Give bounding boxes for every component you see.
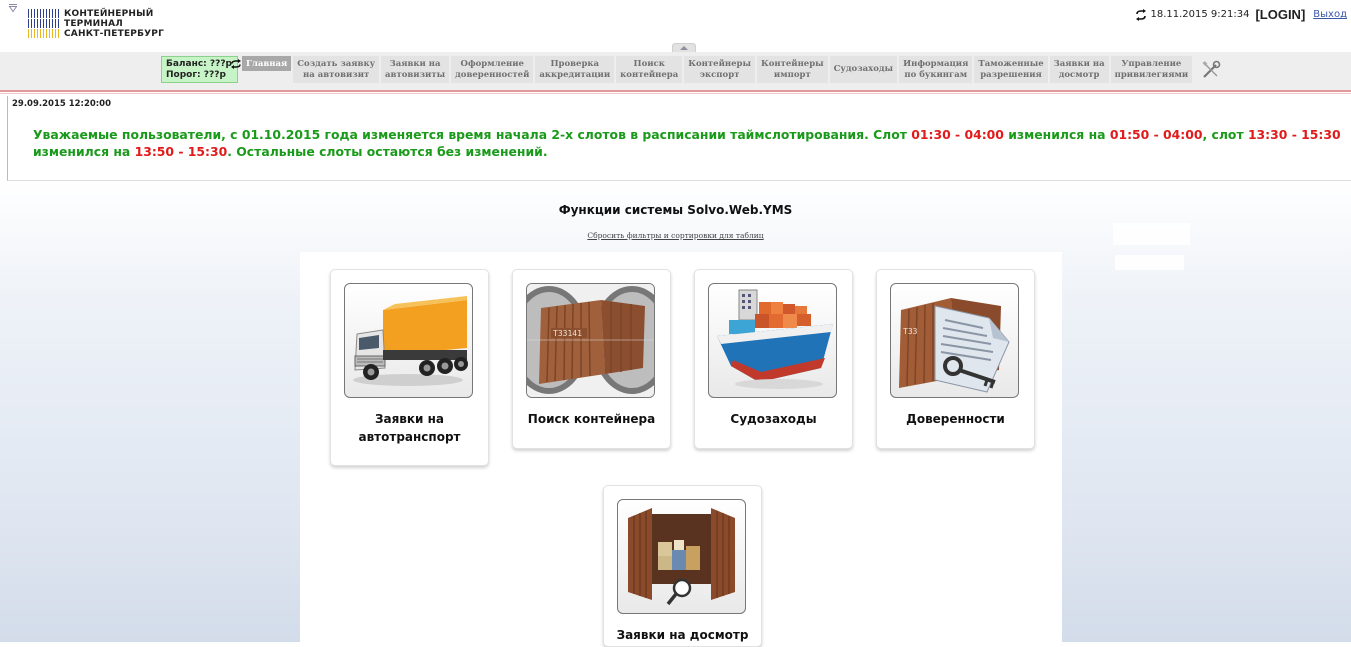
balance-label: Баланс: ???р	[166, 59, 232, 69]
background-blur	[1115, 255, 1184, 270]
card-label: Судозаходы	[730, 412, 817, 426]
news-text-part: изменился на	[33, 144, 135, 159]
container-code: T33141	[553, 329, 582, 338]
ship-icon	[708, 283, 837, 398]
logo-line-3: САНКТ-ПЕТЕРБУРГ	[64, 29, 165, 39]
refresh-icon[interactable]	[1135, 8, 1147, 21]
card-label: Поиск контейнера	[527, 412, 656, 426]
server-datetime: 18.11.2015 9:21:34	[1150, 9, 1250, 20]
nav-create-visit-request[interactable]: Создать заявку на автовизит	[293, 56, 380, 83]
header: КОНТЕЙНЕРНЫЙ ТЕРМИНАЛ САНКТ-ПЕТЕРБУРГ 18…	[0, 0, 1351, 53]
card-label: Заявки на досмотр	[616, 628, 749, 642]
logo-line-1: КОНТЕЙНЕРНЫЙ	[64, 9, 154, 19]
tools-icon[interactable]	[1201, 60, 1221, 80]
collapse-header-icon[interactable]	[8, 3, 18, 13]
news-highlight: 13:50 - 15:30	[134, 144, 228, 159]
card-ship-calls[interactable]: Судозаходы	[694, 269, 853, 449]
truck-icon	[344, 283, 473, 398]
nav-accreditation-check[interactable]: Проверка аккредитации	[535, 56, 615, 83]
nav-customs-permits[interactable]: Таможенные разрешения	[974, 56, 1048, 83]
nav-container-search[interactable]: Поиск контейнера	[616, 56, 683, 83]
card-vehicle-requests[interactable]: Заявки на автотранспорт	[330, 269, 489, 466]
news-text-part: . Остальные слоты остаются без изменений…	[227, 144, 548, 159]
card-inspection-requests[interactable]: Заявки на досмотр	[603, 485, 762, 647]
logo-line-2: ТЕРМИНАЛ	[64, 19, 123, 29]
logo-mark-icon	[28, 9, 60, 38]
logo-text: КОНТЕЙНЕРНЫЙ ТЕРМИНАЛ САНКТ-ПЕТЕРБУРГ	[64, 9, 164, 39]
chevron-up-icon	[680, 46, 688, 50]
card-label: Доверенности	[906, 412, 1005, 426]
container-search-icon: T33141	[526, 283, 655, 398]
threshold-label: Порог: ???р	[166, 70, 226, 80]
news-block: 29.09.2015 12:20:00 Уважаемые пользовате…	[7, 96, 1351, 181]
user-area: 18.11.2015 9:21:34 [LOGIN] Выход	[1135, 7, 1347, 22]
svg-text:T33: T33	[903, 327, 918, 336]
news-date: 29.09.2015 12:20:00	[12, 99, 112, 109]
inspection-icon	[617, 499, 746, 614]
nav-power-of-attorney[interactable]: Оформление доверенностей	[451, 56, 534, 83]
news-highlight: 13:30 - 15:30	[1247, 127, 1341, 142]
background-blur	[1113, 223, 1190, 245]
nav-inspection-requests[interactable]: Заявки на досмотр	[1049, 56, 1109, 83]
refresh-balance-icon[interactable]	[230, 59, 242, 69]
card-container-search[interactable]: T33141 Поиск контейнера	[512, 269, 671, 449]
nav-import-containers[interactable]: Контейнеры импорт	[756, 56, 828, 83]
nav-main[interactable]: Главная	[242, 56, 292, 71]
logout-link[interactable]: Выход	[1313, 9, 1347, 20]
menu-divider	[0, 93, 1351, 94]
nav-privilege-management[interactable]: Управление привилегиями	[1110, 56, 1193, 83]
news-highlight: 01:30 - 04:00	[911, 127, 1004, 142]
nav-visit-requests[interactable]: Заявки на автовизиты	[381, 56, 450, 83]
news-text-part: изменился на	[1003, 127, 1110, 142]
nav-booking-info[interactable]: Информация по букингам	[899, 56, 973, 83]
news-text: Уважаемые пользователи, с 01.10.2015 год…	[33, 126, 1343, 160]
card-power-of-attorney[interactable]: T33 Доверенности	[876, 269, 1035, 449]
card-label: Заявки на автотранспорт	[358, 412, 461, 444]
nav-ship-calls[interactable]: Судозаходы	[829, 56, 898, 83]
news-text-part: Уважаемые пользователи, с 01.10.2015 год…	[33, 127, 912, 142]
nav-export-containers[interactable]: Контейнеры экспорт	[684, 56, 755, 83]
main-menu: Баланс: ???р Порог: ???р Главная Создать…	[161, 56, 1221, 83]
logo: КОНТЕЙНЕРНЫЙ ТЕРМИНАЛ САНКТ-ПЕТЕРБУРГ	[28, 9, 164, 39]
news-highlight: 01:50 - 04:00	[1109, 127, 1203, 142]
login-name: [LOGIN]	[1255, 7, 1306, 22]
balance-box: Баланс: ???р Порог: ???р	[161, 56, 241, 83]
page-title: Функции системы Solvo.Web.YMS	[558, 203, 793, 217]
power-of-attorney-icon: T33	[890, 283, 1019, 398]
news-text-part: , слот	[1202, 127, 1248, 142]
